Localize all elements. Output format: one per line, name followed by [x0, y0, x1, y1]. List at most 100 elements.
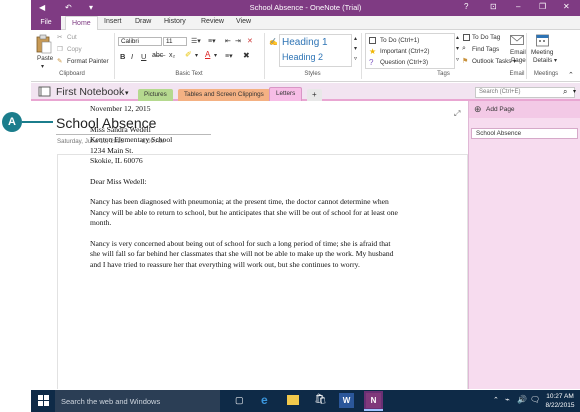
tab-view[interactable]: View [236, 18, 251, 25]
page-item-school-absence[interactable]: School Absence [471, 128, 578, 139]
bullets-icon[interactable]: ☰▾ [191, 37, 201, 45]
tags-gallery[interactable]: To Do (Ctrl+1) ★ Important (Ctrl+2) ? Qu… [365, 33, 455, 69]
cut-button[interactable]: Cut [67, 34, 77, 41]
email-page-label-2[interactable]: Page [511, 57, 526, 64]
underline-icon[interactable]: U [141, 52, 146, 61]
callout-line [22, 121, 53, 123]
meeting-details-dropdown-icon[interactable]: ▾ [554, 57, 557, 64]
align-icon[interactable]: ≡▾ [225, 52, 233, 60]
paste-button[interactable]: Paste [37, 55, 53, 62]
help-button[interactable]: ? [464, 2, 468, 11]
onenote-taskbar-button[interactable]: N [364, 391, 383, 411]
italic-icon[interactable]: I [131, 52, 133, 61]
network-icon[interactable]: ⌁ [505, 395, 510, 404]
add-page-label[interactable]: Add Page [486, 106, 515, 113]
taskbar-search[interactable]: Search the web and Windows [55, 390, 220, 412]
windows-start-icon[interactable] [38, 395, 49, 406]
notebook-dropdown-icon[interactable]: ▾ [125, 89, 129, 97]
tag-todo[interactable]: To Do (Ctrl+1) [380, 37, 419, 44]
add-page-icon[interactable]: ⊕ [474, 104, 482, 115]
file-explorer-icon[interactable] [287, 395, 299, 405]
search-input[interactable]: Search (Ctrl+E) [475, 87, 575, 98]
font-name-select[interactable]: Calibri [118, 37, 162, 46]
notifications-icon[interactable]: 🗨 [530, 395, 540, 404]
meeting-details-label-2[interactable]: Details [533, 57, 552, 64]
tab-review[interactable]: Review [201, 18, 224, 25]
meeting-details-label-1[interactable]: Meeting [531, 49, 553, 56]
tray-chevron-icon[interactable]: ⌃ [493, 396, 499, 404]
search-icon[interactable]: ⌕ [563, 87, 567, 97]
numbering-icon[interactable]: ≡▾ [208, 37, 216, 45]
delete-icon[interactable]: ✖ [243, 51, 250, 60]
tab-insert[interactable]: Insert [104, 18, 122, 25]
strikethrough-icon[interactable]: a̶b̶c̶ [152, 52, 163, 59]
section-tab-tables[interactable]: Tables and Screen Clippings [178, 89, 270, 101]
letter-body[interactable]: November 12, 2015 Miss Sandra Wedell Ken… [90, 104, 400, 270]
collapse-ribbon-icon[interactable]: ⌃ [568, 71, 574, 79]
tab-draw[interactable]: Draw [135, 18, 151, 25]
decrease-indent-icon[interactable]: ⇤ [225, 37, 231, 45]
ribbon-display-button[interactable]: ⊡ [490, 2, 497, 11]
font-size-select[interactable]: 11 [163, 37, 187, 46]
find-tags-button[interactable]: Find Tags [472, 46, 499, 53]
section-tab-pictures[interactable]: Pictures [138, 89, 173, 101]
format-painter-button[interactable]: Format Painter [67, 58, 109, 65]
search-dropdown-icon[interactable]: ▾ [573, 88, 576, 95]
task-view-icon[interactable]: ▢ [235, 395, 244, 406]
tags-scroll-up-icon[interactable]: ▴ [456, 34, 459, 41]
format-painter-icon[interactable]: ✎ [57, 58, 62, 65]
expand-icon[interactable]: ⤢ [454, 109, 460, 119]
word-icon[interactable]: W [339, 393, 354, 408]
notebook-name[interactable]: First Notebook [56, 86, 124, 98]
store-icon[interactable]: 🛍 [314, 394, 327, 405]
todo-tag-button[interactable]: To Do Tag [472, 34, 500, 41]
email-page-label-1[interactable]: Email [510, 49, 526, 56]
minimize-button[interactable]: – [516, 2, 520, 11]
font-color-dropdown-icon[interactable]: ▾ [214, 52, 217, 59]
restore-button[interactable]: ❐ [539, 2, 546, 11]
taskbar-time[interactable]: 10:27 AM [543, 393, 577, 400]
increase-indent-icon[interactable]: ⇥ [235, 37, 241, 45]
todo-checkbox-icon[interactable] [369, 37, 376, 44]
meeting-details-icon[interactable] [536, 33, 549, 47]
tag-important[interactable]: Important (Ctrl+2) [380, 48, 430, 55]
copy-button[interactable]: Copy [67, 46, 82, 53]
tab-home[interactable]: Home [65, 16, 98, 31]
add-page-button[interactable]: ⊕ Add Page [469, 101, 580, 118]
styles-gallery[interactable]: Heading 1 Heading 2 [279, 34, 352, 67]
heading1-style[interactable]: Heading 1 [282, 37, 328, 48]
section-tab-letters[interactable]: Letters [269, 87, 303, 101]
add-section-button[interactable]: + [307, 89, 322, 101]
tab-history[interactable]: History [164, 18, 186, 25]
copy-icon[interactable]: ❐ [57, 46, 63, 53]
notebook-icon[interactable] [38, 86, 51, 97]
cut-icon[interactable]: ✂ [57, 34, 62, 41]
font-color-icon[interactable]: A [205, 50, 210, 59]
paste-icon[interactable] [36, 34, 52, 54]
styles-scroll-down-icon[interactable]: ▾ [354, 45, 357, 52]
find-tags-icon[interactable]: ⌕ [462, 45, 466, 53]
taskbar-date[interactable]: 8/22/2015 [543, 402, 577, 409]
paste-dropdown-icon[interactable]: ▾ [41, 63, 44, 70]
tag-question[interactable]: Question (Ctrl+3) [380, 59, 428, 66]
tags-scroll-down-icon[interactable]: ▾ [456, 45, 459, 52]
tags-more-icon[interactable]: ▿ [456, 56, 459, 63]
tab-file[interactable]: File [31, 16, 61, 30]
highlight-dropdown-icon[interactable]: ▾ [195, 52, 198, 59]
styles-scroll-up-icon[interactable]: ▴ [354, 35, 357, 42]
close-button[interactable]: ✕ [563, 2, 570, 11]
heading2-style[interactable]: Heading 2 [282, 52, 323, 62]
letter-date: November 12, 2015 [90, 104, 151, 113]
outlook-tasks-button[interactable]: Outlook Tasks [472, 58, 511, 65]
subscript-icon[interactable]: x₂ [169, 52, 175, 59]
todo-tag-icon[interactable] [463, 34, 470, 41]
outlook-tasks-icon[interactable]: ⚑ [462, 57, 468, 65]
clear-formatting-icon[interactable]: ✕ [247, 37, 253, 45]
highlight-icon[interactable]: ✐ [185, 50, 192, 59]
volume-icon[interactable]: 🔊 [517, 395, 527, 404]
bold-icon[interactable]: B [120, 52, 125, 61]
email-page-icon[interactable] [510, 34, 524, 46]
styles-more-icon[interactable]: ▿ [354, 55, 357, 62]
edge-icon[interactable]: e [261, 393, 268, 407]
styles-pen-icon[interactable]: ✍ [269, 38, 278, 46]
